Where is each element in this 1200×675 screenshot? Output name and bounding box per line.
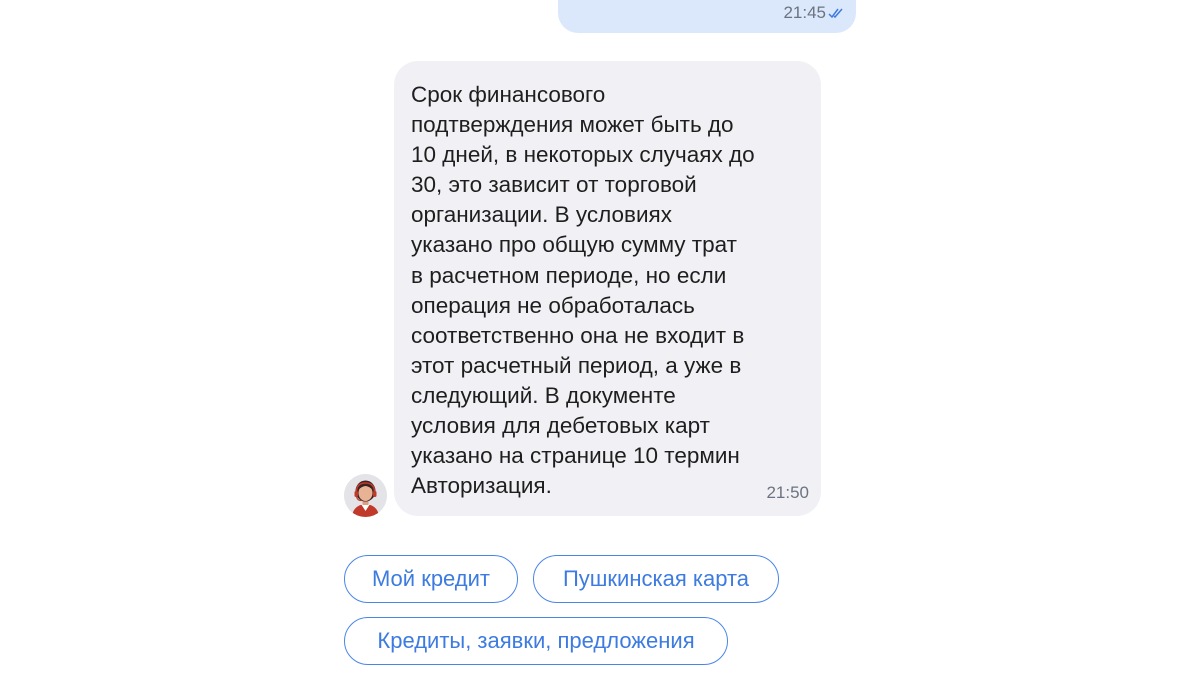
message-line: организации. В условиях [411, 202, 672, 228]
message-line: следующий. В документе [411, 382, 676, 408]
message-line: указано про общую сумму трат [411, 232, 737, 258]
message-line: указано на странице 10 термин [411, 443, 740, 469]
incoming-message-bubble[interactable]: Срок финансового подтверждения может быт… [394, 61, 821, 516]
message-line: в расчетном периоде, но если [411, 262, 727, 288]
message-line: Срок финансового [411, 82, 606, 107]
operator-avatar-icon [344, 474, 387, 517]
message-line: соответственно она не входит в [411, 322, 745, 348]
message-line: 10 дней, в некоторых случаях до [411, 142, 755, 168]
message-line: Авторизация. [411, 473, 552, 499]
quick-reply-credits-applications-offers[interactable]: Кредиты, заявки, предложения [344, 617, 728, 665]
message-line: подтверждения может быть до [411, 112, 734, 138]
incoming-message-text: Срок финансового подтверждения может быт… [411, 80, 781, 501]
message-line: условия для дебетовых карт [411, 413, 710, 439]
outgoing-message-meta: 21:45 [783, 3, 844, 23]
quick-reply-pushkin-card[interactable]: Пушкинская карта [533, 555, 779, 603]
chat-view: 21:45 Срок финансового подтверждения мож… [0, 0, 1200, 675]
quick-reply-my-credit[interactable]: Мой кредит [344, 555, 518, 603]
double-check-icon [828, 8, 843, 19]
message-line: 30, это зависит от торговой [411, 172, 697, 198]
message-line: этот расчетный период, а уже в [411, 352, 742, 378]
outgoing-message-bubble[interactable]: 21:45 [558, 0, 856, 33]
message-line: операция не обработалась [411, 292, 695, 318]
outgoing-message-time: 21:45 [783, 3, 826, 22]
incoming-message-time: 21:50 [766, 483, 809, 502]
